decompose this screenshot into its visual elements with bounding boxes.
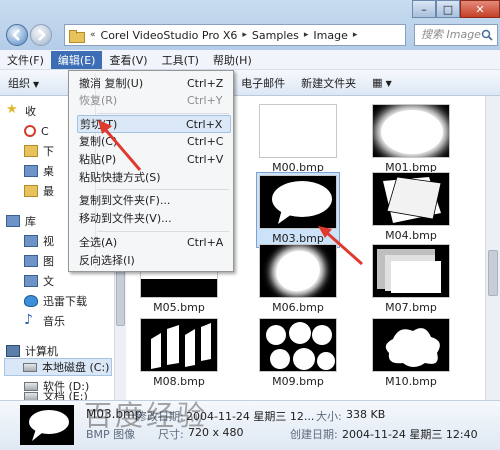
arrow-head-icon	[98, 120, 112, 134]
arrow-to-file	[325, 230, 363, 266]
details-size-label: 大小:	[316, 410, 342, 423]
speech-bubble-thumbnail	[29, 410, 69, 441]
details-thumbnail	[20, 405, 74, 445]
watermark: 百度经验	[84, 399, 209, 432]
arrow-to-cut	[102, 127, 142, 171]
details-created-value: 2004-11-24 星期三 12:40	[342, 428, 478, 441]
details-pane: M03.bmp 修改日期: 2004-11-24 星期三 12... 大小: 3…	[0, 400, 500, 450]
details-created-label: 创建日期:	[290, 428, 338, 441]
details-size-value: 338 KB	[346, 408, 386, 421]
annotation-arrows	[98, 120, 363, 266]
